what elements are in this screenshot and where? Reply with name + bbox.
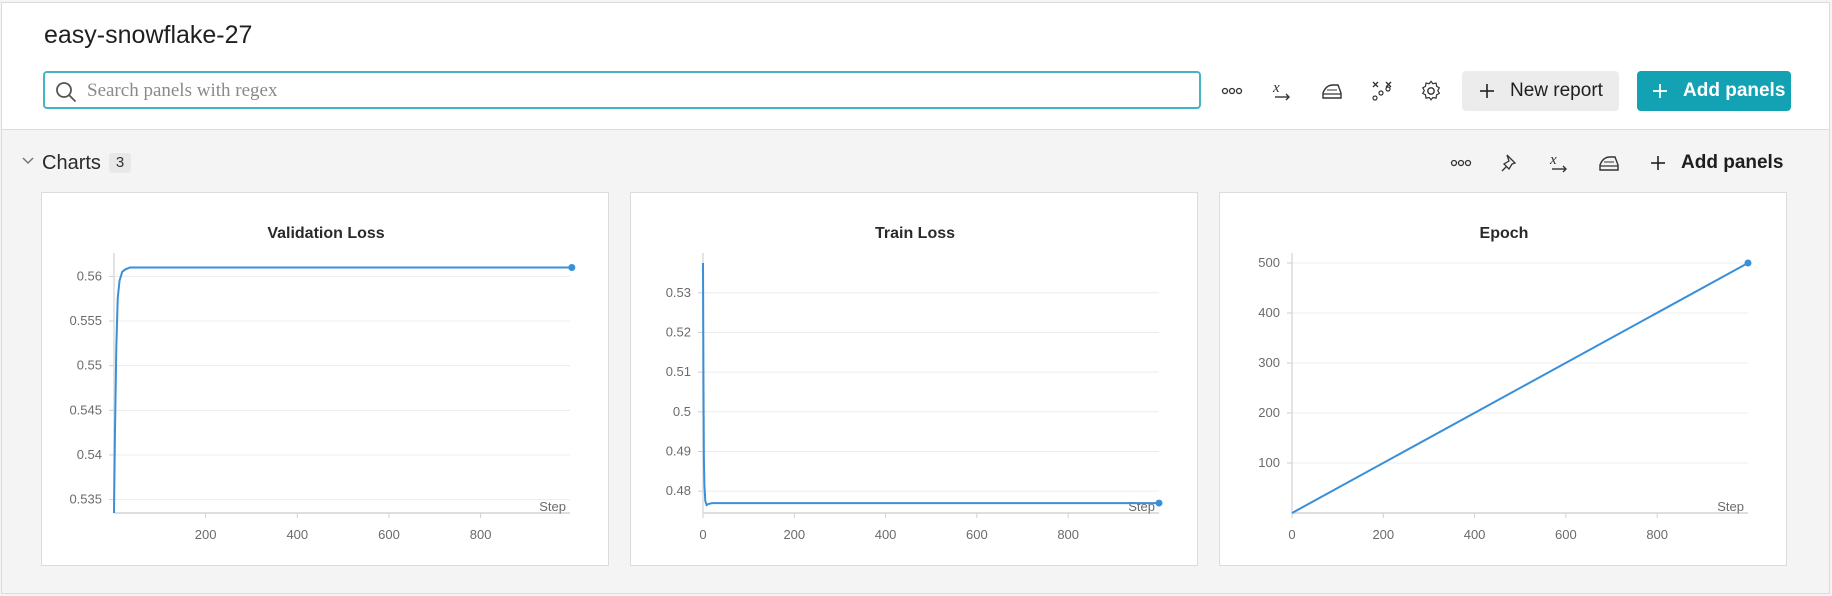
new-report-button[interactable]: New report (1462, 71, 1619, 111)
chart-axes (113, 253, 570, 514)
section-add-panels-button[interactable]: Add panels (1649, 149, 1783, 177)
y-tick-label: 0.55 (77, 358, 102, 373)
new-report-label: New report (1510, 80, 1603, 101)
section-smoothing-icon[interactable] (1593, 147, 1625, 179)
y-tick-label: 0.545 (69, 402, 102, 417)
search-icon (56, 82, 76, 102)
chart-epoch: Epoch 100 200 300 400 500 0 200 400 600 800 Step (1258, 225, 1752, 542)
run-title: easy-snowflake-27 (44, 21, 253, 49)
chart-axes (702, 253, 1159, 514)
x-tick-label: 600 (966, 527, 988, 542)
chart-train-loss: Train Loss 0.48 0.49 0.5 0.51 0.52 0.53 0 200 4… (666, 225, 1163, 542)
series-line (702, 262, 1159, 507)
svg-text:x: x (1272, 80, 1280, 96)
smoothing-icon[interactable] (1316, 75, 1348, 107)
series-line (113, 266, 572, 514)
search-box[interactable] (43, 71, 1201, 109)
panel-validation-loss[interactable]: Validation Loss 0.535 0.54 0.545 0.55 0.555 0… (41, 192, 609, 566)
section-title[interactable]: Charts (42, 152, 101, 175)
y-tick-label: 0.53 (666, 285, 691, 300)
y-tick-label: 0.555 (69, 313, 102, 328)
chart-title: Validation Loss (267, 225, 384, 242)
series-end-point (1155, 499, 1163, 507)
y-tick-label: 0.51 (666, 364, 691, 379)
y-ticks: 0.535 0.54 0.545 0.55 0.555 0.56 (69, 268, 114, 507)
y-tick-label: 200 (1258, 405, 1280, 420)
x-ticks: 0 200 400 600 800 (699, 513, 1079, 542)
chart-grid (703, 292, 1159, 492)
y-tick-label: 0.535 (69, 492, 102, 507)
x-tick-label: 0 (699, 527, 706, 542)
panel-epoch[interactable]: Epoch 100 200 300 400 500 0 200 400 600 800 Step (1219, 192, 1787, 566)
chart-grid (114, 275, 570, 501)
add-panels-button[interactable]: Add panels (1637, 71, 1791, 111)
x-axis-label: Step (1717, 499, 1744, 514)
x-axis-label: Step (1128, 499, 1155, 514)
y-tick-label: 0.56 (77, 268, 102, 283)
settings-icon[interactable] (1415, 75, 1447, 107)
chart-title: Epoch (1480, 225, 1529, 242)
y-tick-label: 0.54 (77, 447, 102, 462)
chart-title: Train Loss (875, 225, 955, 242)
section-more-icon[interactable] (1445, 147, 1477, 179)
section-x-axis-icon[interactable]: x (1543, 147, 1575, 179)
chart-validation-loss: Validation Loss 0.5350.540.5450.550.5550… (69, 225, 576, 542)
x-axis-icon[interactable]: x (1266, 75, 1298, 107)
series-end-point (1744, 259, 1752, 267)
x-axis-label: Step (539, 499, 566, 514)
panel-count-badge: 3 (109, 153, 131, 173)
x-tick-label: 200 (1372, 527, 1394, 542)
y-tick-label: 0.52 (666, 324, 691, 339)
y-ticks: 0.48 0.49 0.5 0.51 0.52 0.53 (666, 285, 703, 498)
plus-icon (1653, 84, 1667, 98)
x-ticks: 200 400 600 800 (195, 513, 492, 542)
charts-section-header: Charts 3 x Add panels (2, 143, 1829, 183)
series-line (1291, 262, 1749, 514)
y-tick-label: 0.5 (673, 404, 691, 419)
more-icon[interactable] (1216, 75, 1248, 107)
x-tick-label: 600 (1555, 527, 1577, 542)
series-end-point (568, 263, 576, 271)
x-tick-label: 400 (875, 527, 897, 542)
search-input[interactable] (85, 77, 1189, 105)
y-ticks: 100 200 300 400 500 (1258, 255, 1292, 470)
plus-icon (1651, 156, 1665, 170)
svg-text:x: x (1549, 152, 1557, 168)
x-tick-label: 200 (195, 527, 217, 542)
x-tick-label: 800 (470, 527, 492, 542)
y-tick-label: 400 (1258, 305, 1280, 320)
x-tick-label: 400 (286, 527, 308, 542)
x-tick-label: 0 (1288, 527, 1295, 542)
add-panels-label: Add panels (1683, 80, 1786, 101)
x-tick-label: 400 (1464, 527, 1486, 542)
x-tick-label: 200 (783, 527, 805, 542)
x-tick-label: 800 (1646, 527, 1668, 542)
y-tick-label: 0.49 (666, 443, 691, 458)
y-tick-label: 300 (1258, 355, 1280, 370)
y-tick-label: 500 (1258, 255, 1280, 270)
panel-train-loss[interactable]: Train Loss 0.48 0.49 0.5 0.51 0.52 0.53 0 200 4… (630, 192, 1198, 566)
x-ticks: 0 200 400 600 800 (1288, 513, 1668, 542)
y-tick-label: 100 (1258, 455, 1280, 470)
y-tick-label: 0.48 (666, 483, 691, 498)
outliers-icon[interactable] (1366, 75, 1398, 107)
x-tick-label: 800 (1057, 527, 1079, 542)
chart-grid (1292, 262, 1748, 464)
workspace-frame: easy-snowflake-27 x New report (1, 2, 1830, 594)
plus-icon (1480, 84, 1494, 98)
chart-axes (1291, 253, 1748, 514)
section-add-panels-label: Add panels (1681, 152, 1784, 173)
pin-icon[interactable] (1494, 147, 1526, 179)
x-tick-label: 600 (378, 527, 400, 542)
chevron-down-icon[interactable] (21, 156, 35, 166)
run-header: easy-snowflake-27 x New report (2, 3, 1829, 130)
